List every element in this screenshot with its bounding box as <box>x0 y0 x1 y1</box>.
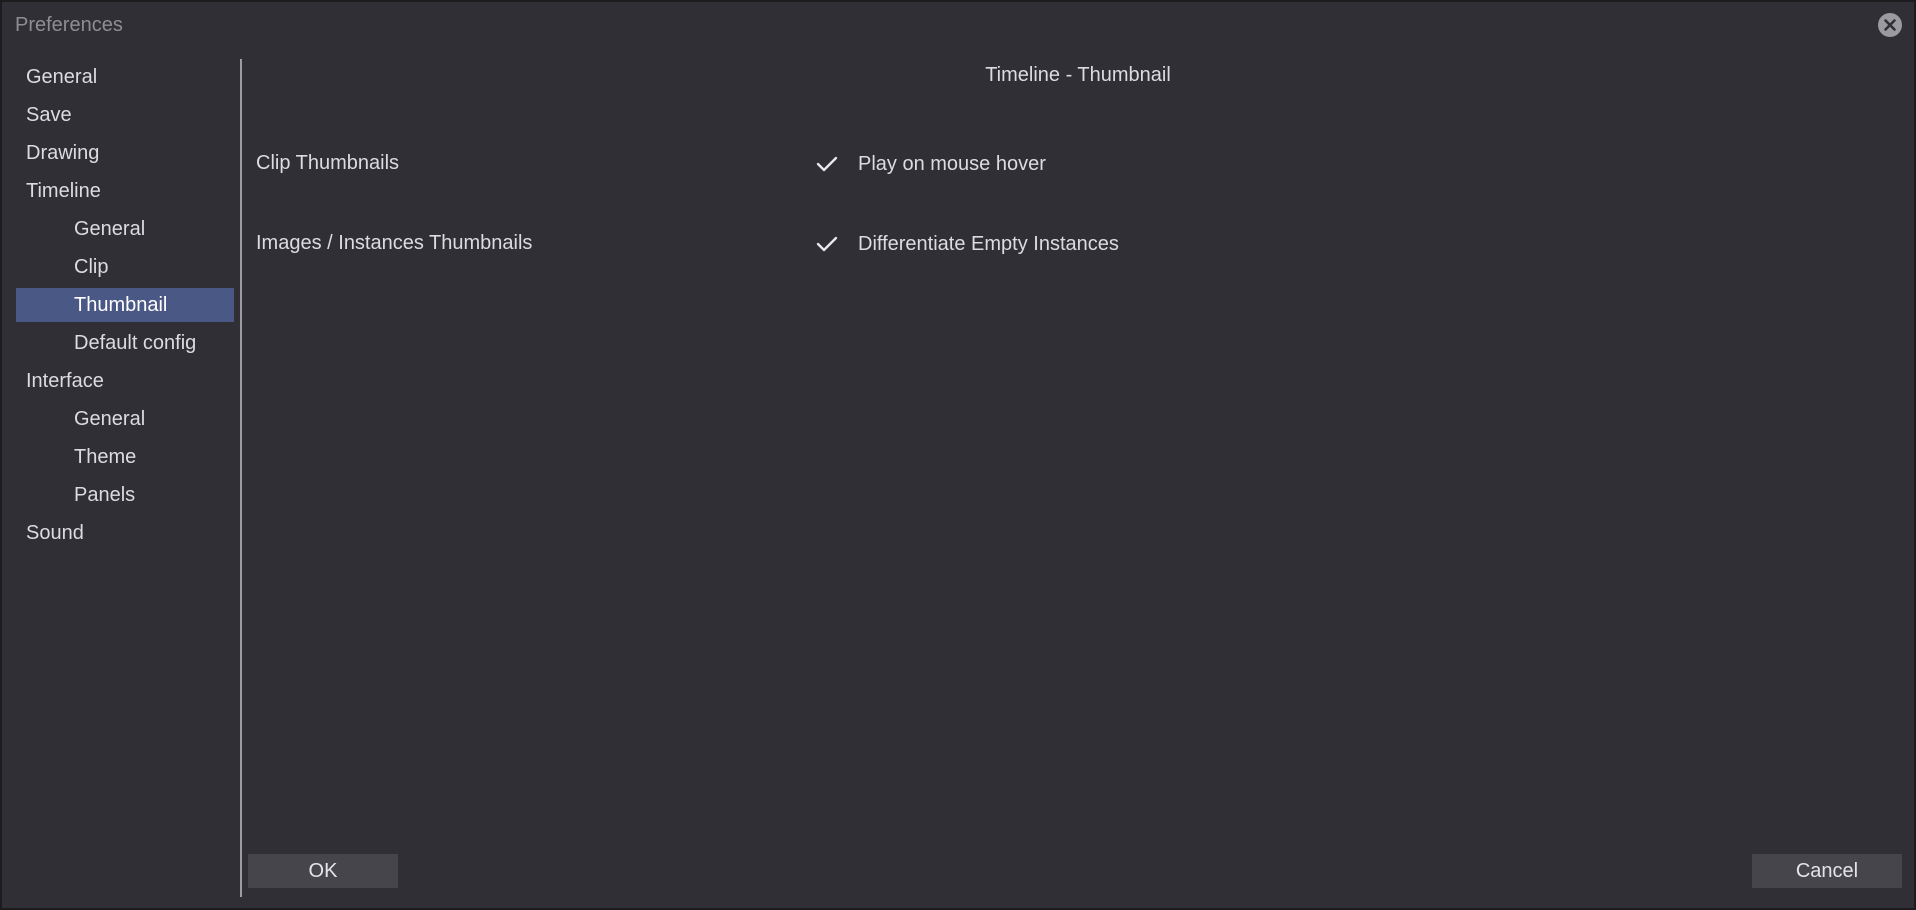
ok-button[interactable]: OK <box>248 854 398 888</box>
preferences-sidebar: General Save Drawing Timeline General Cl… <box>2 58 240 898</box>
preferences-content: Timeline - Thumbnail Clip Thumbnails Pla… <box>242 48 1914 908</box>
images-instances-thumbnails-label: Images / Instances Thumbnails <box>256 232 533 254</box>
sidebar-item-interface[interactable]: Interface <box>16 364 234 398</box>
close-icon <box>1884 19 1896 31</box>
sidebar-item-interface-theme[interactable]: Theme <box>16 440 234 474</box>
page-title: Timeline - Thumbnail <box>985 64 1171 86</box>
play-on-mouse-hover-label: Play on mouse hover <box>858 152 1046 175</box>
differentiate-empty-instances-checkbox[interactable]: Differentiate Empty Instances <box>812 229 1119 259</box>
sidebar-item-interface-general[interactable]: General <box>16 402 234 436</box>
title-bar: Preferences <box>2 2 1914 48</box>
checkmark-icon <box>812 229 842 259</box>
sidebar-item-timeline-general[interactable]: General <box>16 212 234 246</box>
checkmark-icon <box>812 149 842 179</box>
sidebar-item-sound[interactable]: Sound <box>16 516 234 550</box>
sidebar-item-save[interactable]: Save <box>16 98 234 132</box>
sidebar-item-timeline-default-config[interactable]: Default config <box>16 326 234 360</box>
window-title: Preferences <box>15 14 123 36</box>
sidebar-item-drawing[interactable]: Drawing <box>16 136 234 170</box>
sidebar-item-interface-panels[interactable]: Panels <box>16 478 234 512</box>
sidebar-item-timeline-clip[interactable]: Clip <box>16 250 234 284</box>
sidebar-item-general[interactable]: General <box>16 60 234 94</box>
sidebar-item-timeline-thumbnail[interactable]: Thumbnail <box>16 288 234 322</box>
play-on-mouse-hover-checkbox[interactable]: Play on mouse hover <box>812 149 1046 179</box>
preferences-window: Preferences General Save Drawing Timelin… <box>0 0 1916 910</box>
close-button[interactable] <box>1878 13 1902 37</box>
sidebar-item-timeline[interactable]: Timeline <box>16 174 234 208</box>
cancel-button[interactable]: Cancel <box>1752 854 1902 888</box>
differentiate-empty-instances-label: Differentiate Empty Instances <box>858 232 1119 255</box>
clip-thumbnails-label: Clip Thumbnails <box>256 152 400 174</box>
